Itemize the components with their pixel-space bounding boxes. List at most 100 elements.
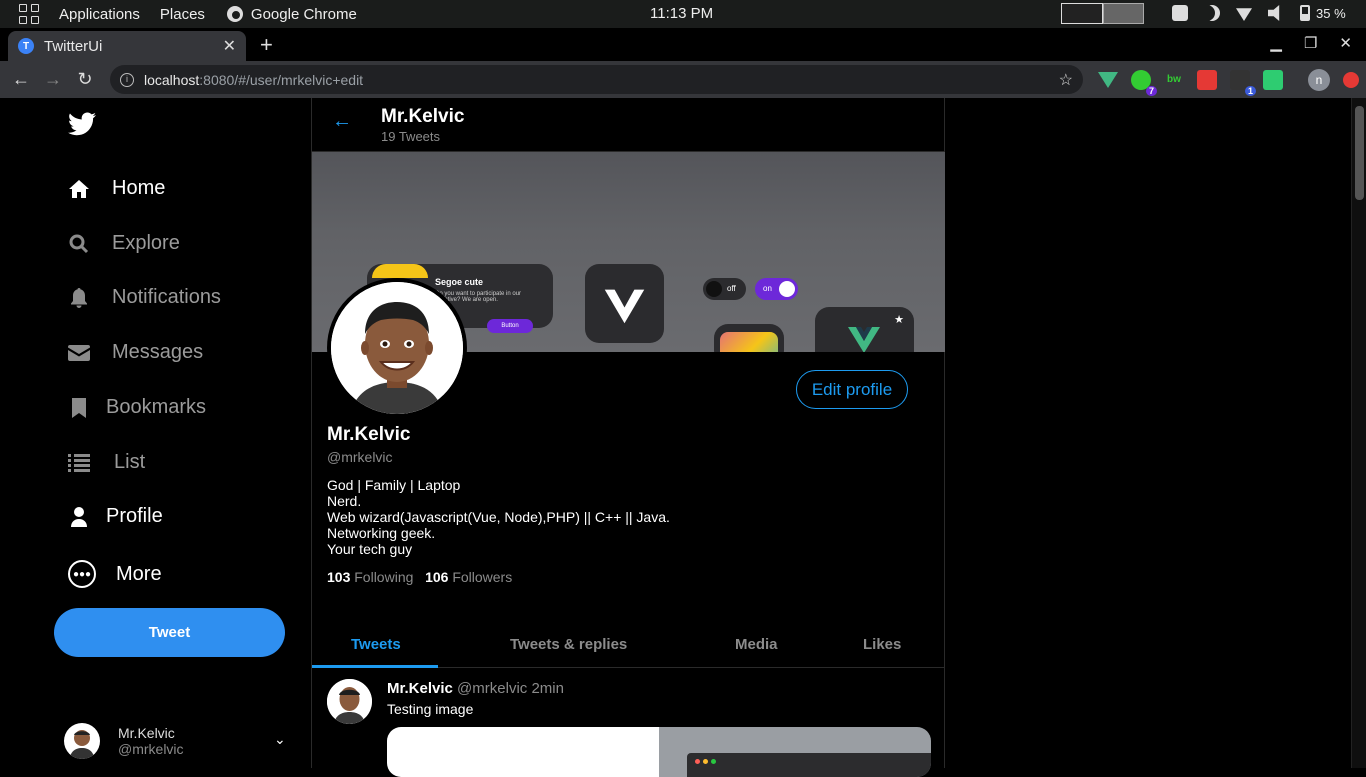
update-icon[interactable] [1343,72,1359,88]
back-arrow-icon[interactable]: ← [332,110,352,133]
web-page: Home Explore Notifications Messages Book… [0,98,1366,777]
address-bar[interactable]: i localhost:8080/#/user/mrkelvic+edit ☆ [110,65,1083,94]
bio-line: Nerd. [327,493,362,509]
sidebar-item-label: Home [112,177,166,199]
account-switcher[interactable]: Mr.Kelvic @mrkelvic ⌄ [64,723,286,759]
sidebar-item-more[interactable]: ●●● More [68,560,162,588]
banner-card-title: Segoe cute [435,277,484,287]
sidebar-item-profile[interactable]: Profile [68,505,163,528]
places-menu[interactable]: Places [160,6,205,23]
battery-icon[interactable] [1300,5,1310,21]
workspace-switcher[interactable] [1061,3,1144,24]
sidebar-item-bookmarks[interactable]: Bookmarks [68,396,206,419]
banner-card-button: Button [487,319,533,333]
vue-devtools-icon[interactable] [1098,72,1118,88]
bw-extension-icon[interactable]: bw [1164,70,1184,90]
site-info-icon[interactable]: i [120,72,134,87]
profile-handle: @mrkelvic [327,449,393,465]
home-icon [68,178,90,200]
system-tray[interactable]: 35 % [1172,5,1346,21]
window-controls: ▁ ❐ ✕ [1270,34,1352,52]
following-count: 103 [327,569,351,585]
list-icon [68,452,90,474]
profile-header: ← Mr.Kelvic 19 Tweets [312,98,944,152]
tweet-meta: Mr.Kelvic @mrkelvic 2min [387,680,564,697]
tweet-image-1[interactable] [387,727,659,777]
sidebar-item-label: More [116,562,162,585]
clock[interactable]: 11:13 PM [650,5,713,22]
sidebar-item-home[interactable]: Home [68,177,165,200]
sidebar-item-label: Messages [112,341,204,363]
tab-favicon: T [18,38,34,54]
profile-name: Mr.Kelvic [327,424,411,445]
new-tab-icon[interactable]: + [260,32,273,58]
browser-tab[interactable]: T TwitterUi ✕ [8,31,246,61]
sidebar-item-label: List [114,451,146,473]
restore-icon[interactable]: ❐ [1304,34,1317,52]
back-icon[interactable]: ← [12,69,30,90]
scrollbar-thumb[interactable] [1355,106,1364,200]
tab-tweets[interactable]: Tweets [351,636,401,653]
night-light-icon[interactable] [1204,5,1220,21]
followers-link[interactable]: 106 Followers [425,569,512,585]
profile-column: ← Mr.Kelvic 19 Tweets Segoe cute Do you … [311,98,945,777]
tweet-author-name[interactable]: Mr.Kelvic [387,680,453,697]
applications-menu[interactable]: Applications [59,6,140,23]
tab-media[interactable]: Media [735,636,778,653]
emoji-extension-icon[interactable] [1263,70,1283,90]
page-scrollbar[interactable] [1351,98,1366,768]
translate-extension-icon[interactable] [1197,70,1217,90]
bookmark-star-icon[interactable]: ☆ [1059,70,1073,90]
tweet-author-handle: @mrkelvic [457,680,528,697]
chevron-down-icon[interactable]: ⌄ [274,731,286,748]
following-label: Following [354,569,414,585]
vue-logo-icon [848,327,880,352]
followers-count: 106 [425,569,449,585]
tweet-text: Testing image [387,701,474,717]
twitter-logo-icon[interactable] [68,112,96,136]
tab-likes[interactable]: Likes [863,636,901,653]
box-extension-icon[interactable]: 1 [1230,70,1256,96]
sidebar-item-notifications[interactable]: Notifications [68,286,221,309]
tweet-button[interactable]: Tweet [54,608,285,657]
bell-icon [68,287,90,309]
workspace-2[interactable] [1102,3,1144,24]
banner-card-text: Do you want to participate in our Initia… [435,291,522,303]
extension-gear-icon[interactable]: 7 [1131,70,1157,96]
tweet-avatar[interactable] [327,679,372,724]
tab-strip: T TwitterUi ✕ + ▁ ❐ ✕ [0,28,1366,61]
close-window-icon[interactable]: ✕ [1339,34,1352,52]
tweet-image-2[interactable] [659,727,931,777]
url-path: :8080/#/user/mrkelvic+edit [199,71,364,88]
volume-icon[interactable] [1268,5,1280,21]
sidebar-item-messages[interactable]: Messages [68,341,203,364]
followers-label: Followers [452,569,513,585]
bookmark-icon [68,397,90,419]
tab-tweets-replies[interactable]: Tweets & replies [510,636,627,653]
workspace-1[interactable] [1061,3,1103,24]
app-grid-icon[interactable] [19,4,39,24]
profile-tabs: Tweets Tweets & replies Media Likes [312,626,945,668]
toggle-off-label: off [727,284,736,293]
edit-profile-button[interactable]: Edit profile [796,370,908,409]
sidebar-item-list[interactable]: List [68,451,145,474]
minimize-icon[interactable]: ▁ [1270,34,1282,52]
mail-icon [68,342,90,364]
reload-icon[interactable]: ↻ [76,69,94,90]
account-name: Mr.Kelvic [118,725,175,741]
sidebar-item-explore[interactable]: Explore [68,232,180,255]
header-name: Mr.Kelvic [381,106,465,127]
search-icon [68,233,90,255]
profile-picture[interactable] [327,278,467,418]
active-app-menu[interactable]: Google Chrome [251,6,357,23]
tweet-item[interactable]: Mr.Kelvic @mrkelvic 2min Testing image [312,669,945,777]
banner-vue-tile: ★ [815,307,914,352]
chrome-profile-avatar[interactable]: n [1308,69,1330,91]
following-link[interactable]: 103 Following [327,569,413,585]
tweet-image-grid[interactable] [387,727,931,777]
account-handle: @mrkelvic [118,741,184,757]
people-icon[interactable] [1172,5,1188,21]
wifi-icon[interactable] [1236,8,1252,21]
close-tab-icon[interactable]: ✕ [223,36,236,56]
forward-icon[interactable]: → [44,69,62,90]
